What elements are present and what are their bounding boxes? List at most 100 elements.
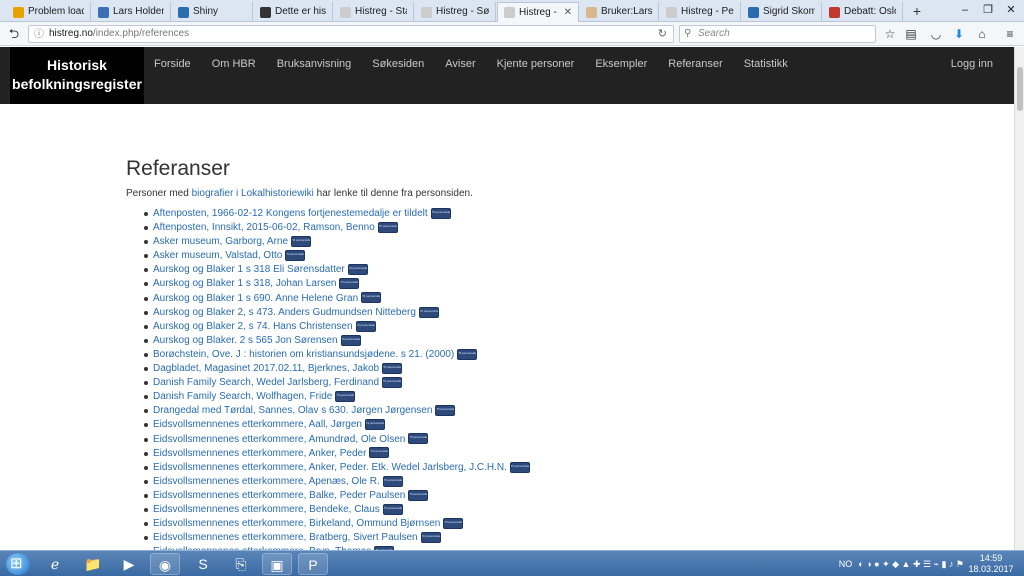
nav-link[interactable]: Eksempler [595,47,647,104]
person-page-badge[interactable]: Til personside [377,221,398,233]
person-page-badge[interactable]: Til personside [430,207,451,219]
browser-tab[interactable]: Lars Holden -… [92,2,171,22]
download-icon[interactable]: ⬇ [950,25,968,43]
reference-link[interactable]: Eidsvollsmennenes etterkommere, Balke, P… [153,490,405,501]
close-window-icon[interactable]: ✕ [1000,0,1022,20]
browser-tab[interactable]: Shiny [172,2,253,22]
pocket-icon[interactable]: ◡ [927,25,945,43]
reading-list-icon[interactable]: ▤ [902,25,920,43]
person-page-badge[interactable]: Til personside [382,475,403,487]
reference-link[interactable]: Drangedal med Tørdal, Sannes, Olav s 630… [153,405,432,416]
back-icon[interactable]: ⮌ [5,25,23,43]
person-page-badge[interactable]: Til personside [347,264,368,276]
person-page-badge[interactable]: Til personside [355,320,376,332]
browser-tab[interactable]: Histreg - Statistikk [334,2,414,22]
close-tab-icon[interactable]: ✕ [564,3,572,22]
browser-tab[interactable]: Debatt: Oslo … [823,2,903,22]
reference-link[interactable]: Aftenposten, Innsikt, 2015-06-02, Ramson… [153,222,375,233]
person-page-badge[interactable]: Til personside [285,250,306,262]
person-page-badge[interactable]: Til personside [361,292,382,304]
browser-tab[interactable]: Histreg - Personsi… [660,2,741,22]
ie-icon[interactable]: ℯ [40,553,70,575]
lokalhistoriewiki-link[interactable]: biografier i Lokalhistoriewiki [192,188,314,199]
clock[interactable]: 14:59 18.03.2017 [966,553,1016,575]
desktop-app-icon[interactable]: ▣ [262,553,292,575]
bookmark-star-icon[interactable]: ☆ [881,25,899,43]
person-page-badge[interactable]: Til personside [509,461,530,473]
pdf-icon[interactable]: ⎘ [226,553,256,575]
language-indicator[interactable]: NO [839,559,853,569]
browser-tab[interactable]: Dette er histo… [254,2,333,22]
reference-link[interactable]: Eidsvollsmennenes etterkommere, Anker, P… [153,462,507,473]
person-page-badge[interactable]: Til personside [418,306,439,318]
reference-link[interactable]: Eidsvollsmennenes etterkommere, Aall, Jø… [153,419,362,430]
nav-link[interactable]: Kjente personer [497,47,575,104]
person-page-badge[interactable]: Til personside [408,433,429,445]
person-page-badge[interactable]: Til personside [435,405,456,417]
reference-link[interactable]: Danish Family Search, Wedel Jarlsberg, F… [153,377,379,388]
media-player-icon[interactable]: ▶ [114,553,144,575]
reference-link[interactable]: Danish Family Search, Wolfhagen, Fride [153,391,332,402]
nav-link[interactable]: Om HBR [212,47,256,104]
person-page-badge[interactable]: Til personside [335,391,356,403]
nav-link[interactable]: Referanser [668,47,722,104]
reference-link[interactable]: Asker museum, Garborg, Arne [153,236,288,247]
person-page-badge[interactable]: Til personside [382,376,403,388]
search-input[interactable]: ⚲ Search [679,25,876,43]
person-page-badge[interactable]: Til personside [457,348,478,360]
browser-tab[interactable]: Histreg - Refer… ✕ [497,2,579,22]
reference-link[interactable]: Borøchstein, Ove. J : historien om krist… [153,349,454,360]
reference-link[interactable]: Eidsvollsmennenes etterkommere, Birkelan… [153,518,440,529]
person-page-badge[interactable]: Til personside [339,278,360,290]
nav-link[interactable]: Bruksanvisning [277,47,352,104]
browser-tab[interactable]: Bruker:Lars H… [580,2,659,22]
reference-link[interactable]: Aurskog og Blaker 1 s 318, Johan Larsen [153,278,336,289]
vertical-scrollbar[interactable] [1014,47,1024,550]
browser-tab[interactable]: Sigrid Skome… [742,2,822,22]
reference-link[interactable]: Dagbladet, Magasinet 2017.02.11, Bjerkne… [153,363,379,374]
person-page-badge[interactable]: Til personside [340,334,361,346]
reference-link[interactable]: Aurskog og Blaker 2, s 74. Hans Christen… [153,321,353,332]
reference-link[interactable]: Eidsvollsmennenes etterkommere, Bratberg… [153,532,418,543]
person-page-badge[interactable]: Til personside [382,503,403,515]
nav-link[interactable]: Forside [154,47,191,104]
start-button[interactable] [6,553,30,575]
reference-link[interactable]: Eidsvollsmennenes etterkommere, Apenæs, … [153,476,380,487]
firefox-icon[interactable]: ◉ [150,553,180,575]
reference-link[interactable]: Eidsvollsmennenes etterkommere, Amundrød… [153,434,405,445]
reference-link[interactable]: Aurskog og Blaker 1 s 318 Eli Sørensdatt… [153,264,345,275]
skype-icon[interactable]: S [188,553,218,575]
nav-link[interactable]: Søkesiden [372,47,424,104]
person-page-badge[interactable]: Til personside [420,532,441,544]
person-page-badge[interactable]: Til personside [408,489,429,501]
reference-link[interactable]: Eidsvollsmennenes etterkommere, Bendeke,… [153,504,380,515]
reload-icon[interactable]: ↻ [658,26,667,42]
powerpoint-icon[interactable]: P [298,553,328,575]
nav-link[interactable]: Aviser [445,47,475,104]
site-logo[interactable]: Historisk befolkningsregister [10,47,144,104]
minimize-icon[interactable]: – [954,0,976,20]
tray-icons[interactable]: ◐ ◑ ● ✦ ◆ ▲ ✚ ☰ ⌁ ▮ ♪ ⚑ [858,559,964,570]
login-link[interactable]: Logg inn [951,47,993,81]
address-bar[interactable]: ⓘ histreg.no/index.php/references ↻ [28,25,674,43]
reference-link[interactable]: Aurskog og Blaker 2, s 473. Anders Gudmu… [153,307,416,318]
explorer-icon[interactable]: 📁 [78,553,108,575]
maximize-icon[interactable]: ❐ [977,0,999,20]
reference-link[interactable]: Eidsvollsmennenes etterkommere, Anker, P… [153,448,366,459]
reference-link[interactable]: Aurskog og Blaker 1 s 690. Anne Helene G… [153,293,358,304]
reference-link[interactable]: Aurskog og Blaker. 2 s 565 Jon Sørensen [153,335,338,346]
home-icon[interactable]: ⌂ [973,25,991,43]
person-page-badge[interactable]: Til personside [291,236,312,248]
browser-tab[interactable]: Problem load… [7,2,91,22]
menu-icon[interactable]: ≡ [1001,25,1019,43]
person-page-badge[interactable]: Til personside [369,447,390,459]
person-page-badge[interactable]: Til personside [382,362,403,374]
reference-link[interactable]: Aftenposten, 1966-02-12 Kongens fortjene… [153,208,428,219]
scrollbar-thumb[interactable] [1017,67,1023,111]
new-tab-button[interactable]: + [908,2,926,20]
reference-link[interactable]: Asker museum, Valstad, Otto [153,250,282,261]
person-page-badge[interactable]: Til personside [443,517,464,529]
nav-link[interactable]: Statistikk [744,47,788,104]
browser-tab[interactable]: Histreg - Søkeres… [415,2,496,22]
site-info-icon[interactable]: ⓘ [34,27,44,43]
